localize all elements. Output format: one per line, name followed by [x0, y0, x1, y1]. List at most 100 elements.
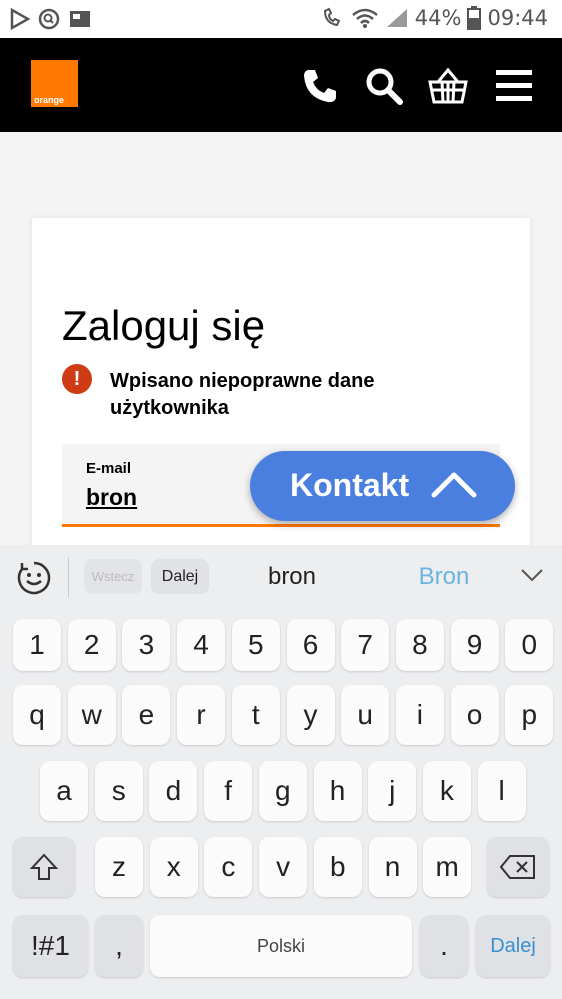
suggestion-2[interactable]: Bron	[388, 563, 500, 591]
page-title: Zaloguj się	[62, 302, 266, 349]
key-k-label: k	[439, 775, 454, 806]
key-y[interactable]: y	[286, 685, 335, 745]
key-o[interactable]: o	[450, 685, 499, 745]
key-0[interactable]: 0	[505, 619, 554, 671]
chevron-up-icon	[431, 472, 477, 498]
key-q[interactable]: q	[13, 685, 61, 745]
key-u-label: u	[357, 699, 373, 730]
emoji-icon[interactable]	[16, 560, 52, 596]
wstecz-button[interactable]: Wstecz	[84, 559, 142, 594]
key-7-label: 7	[357, 629, 373, 660]
search-icon[interactable]	[364, 66, 404, 106]
shift-icon	[29, 853, 59, 880]
key-j[interactable]: j	[368, 761, 417, 821]
key-i[interactable]: i	[395, 685, 444, 745]
comma-key-label: ,	[115, 930, 123, 961]
phone-icon[interactable]	[300, 66, 340, 106]
key-n-label: n	[384, 851, 401, 882]
key-b[interactable]: b	[313, 837, 362, 897]
key-e[interactable]: e	[122, 685, 171, 745]
key-x[interactable]: x	[149, 837, 198, 897]
key-d[interactable]: d	[149, 761, 198, 821]
key-o-label: o	[466, 699, 483, 730]
kontakt-label: Kontakt	[290, 467, 410, 503]
symbols-key[interactable]: !#1	[13, 915, 88, 977]
clock: 09:44	[487, 6, 548, 30]
site-header: orange	[0, 38, 562, 132]
key-a[interactable]: a	[40, 761, 88, 821]
key-g[interactable]: g	[258, 761, 307, 821]
key-r[interactable]: r	[177, 685, 226, 745]
key-h[interactable]: h	[313, 761, 362, 821]
error-line-1: Wpisano niepoprawne dane	[110, 370, 375, 392]
key-6[interactable]: 6	[286, 619, 335, 671]
suggestion-1[interactable]: bron	[236, 563, 348, 591]
chevron-down-icon[interactable]	[520, 567, 544, 583]
key-3[interactable]: 3	[122, 619, 171, 671]
signal-icon	[386, 9, 407, 27]
key-7[interactable]: 7	[341, 619, 390, 671]
key-2[interactable]: 2	[67, 619, 116, 671]
key-r-label: r	[196, 699, 206, 730]
key-m-label: m	[435, 851, 459, 882]
key-z-label: z	[112, 851, 126, 882]
key-p[interactable]: p	[505, 685, 554, 745]
notification-icons	[10, 8, 92, 30]
key-w[interactable]: w	[67, 685, 116, 745]
wifi-icon	[351, 8, 378, 28]
comma-key[interactable]: ,	[95, 915, 143, 977]
menu-icon[interactable]	[494, 66, 534, 106]
key-1[interactable]: 1	[13, 619, 61, 671]
battery-icon	[467, 6, 482, 30]
key-c-label: c	[221, 851, 236, 882]
divider	[68, 557, 69, 597]
symbols-key-label: !#1	[31, 930, 70, 961]
key-f[interactable]: f	[204, 761, 253, 821]
dalej-nav-button[interactable]: Dalej	[151, 559, 209, 594]
enter-key[interactable]: Dalej	[476, 915, 550, 977]
search-notification-icon	[38, 8, 60, 30]
error-line-2: użytkownika	[110, 397, 229, 419]
key-q-label: q	[29, 699, 45, 730]
key-d-label: d	[165, 775, 182, 806]
key-5-label: 5	[248, 629, 264, 660]
key-9[interactable]: 9	[450, 619, 499, 671]
space-key[interactable]: Polski	[150, 915, 412, 977]
key-8[interactable]: 8	[395, 619, 444, 671]
keyboard: Wstecz Dalej bron Bron 1 2 3 4 5 6 7 8 9 0 q w e r t y u…	[0, 545, 562, 999]
key-w-label: w	[81, 699, 102, 730]
backspace-key[interactable]	[487, 837, 549, 897]
backspace-icon	[499, 855, 535, 879]
key-4[interactable]: 4	[177, 619, 226, 671]
email-label: E-mail	[86, 460, 132, 477]
key-m[interactable]: m	[423, 837, 472, 897]
key-4-label: 4	[193, 629, 209, 660]
key-t-label: t	[251, 699, 260, 730]
key-p-label: p	[521, 699, 538, 730]
period-key-label: .	[440, 930, 448, 961]
key-3-label: 3	[138, 629, 155, 660]
basket-icon[interactable]	[428, 66, 468, 106]
key-u[interactable]: u	[341, 685, 390, 745]
key-y-label: y	[303, 699, 318, 730]
enter-key-label: Dalej	[490, 935, 536, 957]
key-k[interactable]: k	[422, 761, 471, 821]
key-5[interactable]: 5	[231, 619, 280, 671]
key-9-label: 9	[466, 629, 483, 660]
key-z[interactable]: z	[95, 837, 143, 897]
key-8-label: 8	[412, 629, 428, 660]
key-v[interactable]: v	[259, 837, 308, 897]
key-c[interactable]: c	[204, 837, 253, 897]
email-input[interactable]: bron	[86, 484, 137, 511]
key-s[interactable]: s	[94, 761, 143, 821]
kontakt-button[interactable]: Kontakt	[250, 451, 515, 521]
shift-key[interactable]	[13, 837, 75, 897]
key-l[interactable]: l	[477, 761, 526, 821]
orange-logo[interactable]: orange	[31, 60, 78, 107]
key-t[interactable]: t	[231, 685, 280, 745]
key-n[interactable]: n	[368, 837, 417, 897]
photo-icon	[70, 11, 90, 27]
period-key[interactable]: .	[420, 915, 468, 977]
status-icons: 44% 09:44	[321, 6, 548, 30]
key-b-label: b	[330, 851, 346, 882]
